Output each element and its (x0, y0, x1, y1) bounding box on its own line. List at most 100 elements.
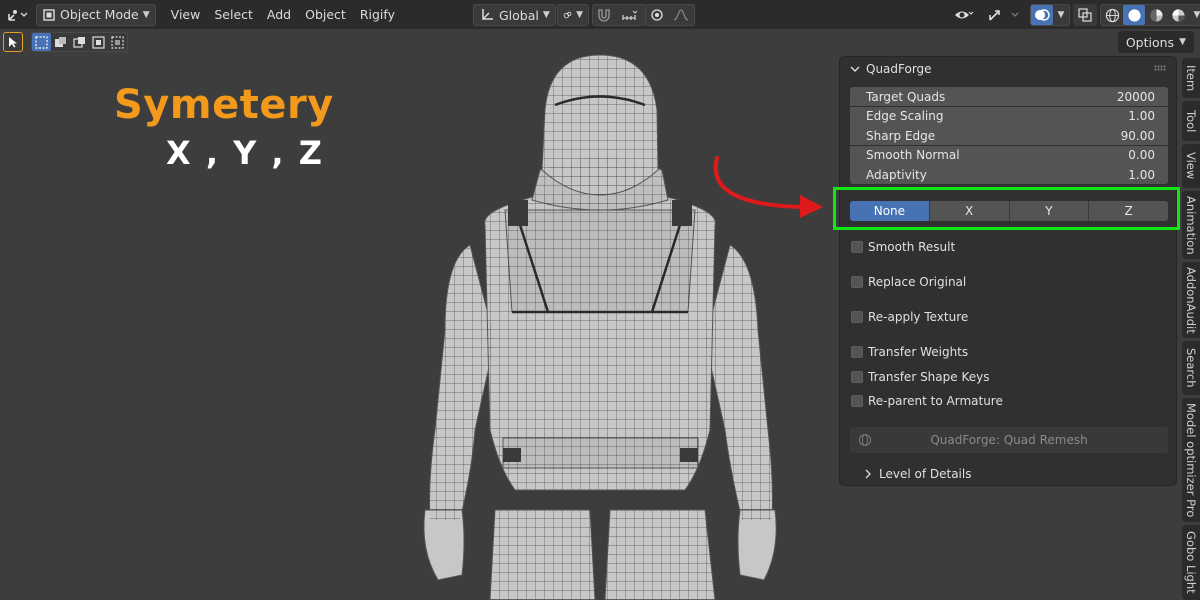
overlay-title: Symetery (114, 82, 334, 128)
checkbox-box[interactable] (851, 395, 863, 407)
tab-tool[interactable]: Tool (1182, 101, 1200, 141)
select-mode-intersect[interactable] (108, 33, 127, 51)
shading-dropdown[interactable]: ▼ (1189, 5, 1200, 25)
shading-group: ▼ (1100, 4, 1200, 26)
proportional-edit-icon (651, 9, 663, 21)
chevron-right-icon (865, 469, 871, 479)
field-sharp-edge[interactable]: Sharp Edge 90.00 (850, 126, 1168, 145)
select-tool-button[interactable] (3, 32, 23, 52)
field-value: 1.00 (1128, 167, 1155, 182)
select-mode-subtract[interactable] (70, 33, 89, 51)
checkbox-smooth-result[interactable]: Smooth Result (851, 240, 955, 254)
subpanel-label: Level of Details (879, 467, 972, 481)
checkbox-box[interactable] (851, 311, 863, 323)
menu-add[interactable]: Add (260, 4, 298, 26)
tab-search[interactable]: Search (1182, 341, 1200, 395)
menu-select[interactable]: Select (207, 4, 260, 26)
chevron-down-icon: ▼ (576, 10, 583, 20)
chevron-down-icon: ▼ (142, 9, 150, 20)
orientation-label: Global (499, 7, 539, 23)
panel-title: QuadForge (866, 62, 932, 76)
gizmo-toggle[interactable] (985, 4, 1023, 26)
wireframe-sphere-icon (1105, 8, 1119, 22)
mode-label: Object Mode (60, 7, 139, 22)
menu-rigify[interactable]: Rigify (353, 4, 402, 26)
field-target-quads[interactable]: Target Quads 20000 (850, 87, 1168, 106)
checkbox-reparent-armature[interactable]: Re-parent to Armature (851, 394, 1003, 408)
tab-gobo-light[interactable]: Gobo Light (1182, 525, 1200, 600)
checkbox-transfer-weights[interactable]: Transfer Weights (851, 345, 968, 359)
shading-wireframe[interactable] (1101, 5, 1123, 25)
mode-dropdown[interactable]: Object Mode ▼ (36, 3, 156, 26)
sidebar-tabs: Item Tool View Animation AddonAudit Sear… (1181, 56, 1200, 600)
checkbox-box[interactable] (851, 371, 863, 383)
menu-view[interactable]: View (164, 4, 208, 26)
checkbox-transfer-shape-keys[interactable]: Transfer Shape Keys (851, 370, 989, 384)
symmetry-option-z[interactable]: Z (1089, 201, 1168, 221)
tab-label: Animation (1184, 195, 1198, 255)
falloff-dropdown[interactable] (668, 5, 694, 25)
tab-model-optimizer-pro[interactable]: Model optimizer Pro (1182, 398, 1200, 522)
select-invert-icon (92, 35, 105, 49)
tab-view[interactable]: View (1182, 144, 1200, 188)
object-mode-icon (43, 8, 55, 21)
shading-solid[interactable] (1123, 5, 1145, 25)
checkbox-label: Transfer Shape Keys (868, 370, 990, 384)
magnet-icon (598, 9, 610, 22)
cursor-arrow-icon (9, 37, 17, 48)
orientation-axes-icon (482, 9, 493, 20)
snap-increment-icon (622, 10, 638, 20)
snap-group (592, 4, 646, 26)
xray-toggle[interactable] (1073, 4, 1097, 26)
pivot-point-dropdown[interactable]: ▼ (557, 4, 589, 26)
tab-addonaudit[interactable]: AddonAudit (1182, 262, 1200, 338)
snap-toggle[interactable] (593, 5, 615, 25)
chevron-down-icon: ▼ (1057, 10, 1065, 20)
field-label: Adaptivity (866, 167, 927, 182)
field-adaptivity[interactable]: Adaptivity 1.00 (850, 165, 1168, 184)
checkbox-box[interactable] (851, 276, 863, 288)
checkbox-reapply-texture[interactable]: Re-apply Texture (851, 310, 968, 324)
field-edge-scaling[interactable]: Edge Scaling 1.00 (850, 106, 1168, 126)
checkbox-label: Re-parent to Armature (868, 394, 1003, 408)
checkbox-box[interactable] (851, 346, 863, 358)
field-smooth-normal[interactable]: Smooth Normal 0.00 (850, 145, 1168, 165)
drag-grip-icon[interactable] (1154, 65, 1166, 71)
checkbox-box[interactable] (851, 241, 863, 253)
tab-animation[interactable]: Animation (1182, 191, 1200, 259)
editor-type-button[interactable] (2, 4, 32, 26)
options-dropdown[interactable]: Options ▼ (1117, 31, 1194, 53)
snap-target-dropdown[interactable] (615, 5, 645, 25)
select-extend-icon (55, 36, 66, 47)
editor-type-icon (8, 9, 28, 21)
proportional-edit-toggle[interactable] (646, 5, 668, 25)
spacesuit-wireframe-model[interactable] (400, 50, 800, 600)
checkbox-replace-original[interactable]: Replace Original (851, 275, 966, 289)
field-label: Smooth Normal (866, 148, 960, 162)
select-mode-extend[interactable] (51, 33, 70, 51)
quad-remesh-button[interactable]: QuadForge: Quad Remesh (850, 427, 1168, 453)
visibility-dropdown[interactable] (950, 4, 978, 26)
symmetry-option-y[interactable]: Y (1009, 201, 1090, 221)
remesh-button-label: QuadForge: Quad Remesh (930, 433, 1088, 447)
xray-icon (1078, 8, 1092, 22)
symmetry-option-x[interactable]: X (929, 201, 1010, 221)
select-intersect-icon (111, 35, 124, 49)
shading-material[interactable] (1145, 5, 1167, 25)
tab-label: Item (1184, 64, 1198, 92)
tab-label: Search (1184, 348, 1198, 388)
transform-orientation-dropdown[interactable]: Global ▼ (473, 4, 556, 26)
select-mode-new[interactable] (32, 33, 51, 51)
overlays-dropdown[interactable]: ▼ (1053, 5, 1069, 25)
tab-item[interactable]: Item (1182, 58, 1200, 98)
chevron-down-icon: ▼ (1179, 37, 1186, 47)
tab-label: Gobo Light (1184, 531, 1198, 594)
overlays-toggle[interactable] (1031, 5, 1053, 25)
panel-header[interactable]: QuadForge (840, 57, 1176, 81)
chevron-down-icon: ▼ (542, 10, 550, 20)
select-mode-invert[interactable] (89, 33, 108, 51)
symmetry-option-none[interactable]: None (850, 201, 930, 221)
shading-rendered[interactable] (1167, 5, 1189, 25)
menu-object[interactable]: Object (298, 4, 353, 26)
subpanel-level-of-details[interactable]: Level of Details (864, 467, 971, 481)
